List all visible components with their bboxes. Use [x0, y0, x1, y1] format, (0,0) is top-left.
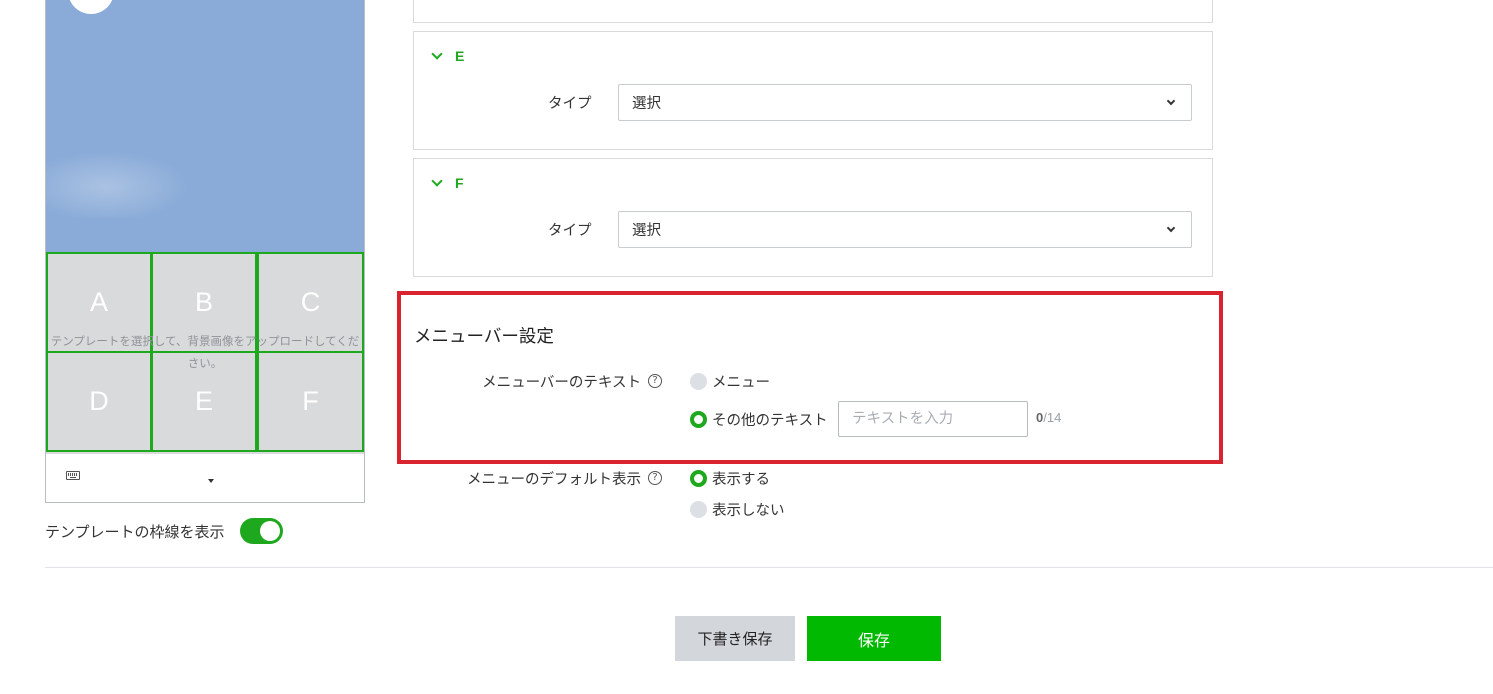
- area-cell-a[interactable]: A: [46, 252, 152, 353]
- show-border-label: テンプレートの枠線を表示: [45, 522, 225, 541]
- char-counter-max: /14: [1043, 410, 1062, 425]
- type-label: タイプ: [548, 223, 592, 239]
- area-card-e: E タイプ 選択: [413, 31, 1213, 150]
- area-cell-f[interactable]: F: [257, 351, 364, 452]
- chevron-down-icon: [431, 47, 443, 60]
- char-counter: 0/14: [1036, 410, 1061, 425]
- save-button[interactable]: 保存: [807, 616, 941, 661]
- background-cloud: [46, 148, 196, 218]
- area-card-e-title: E: [455, 48, 465, 64]
- radio-hide-label: 表示しない: [712, 503, 785, 519]
- show-border-toggle[interactable]: [239, 518, 283, 544]
- type-label: タイプ: [548, 96, 592, 112]
- radio-show-label: 表示する: [712, 472, 770, 488]
- area-cell-b[interactable]: B: [151, 252, 257, 353]
- area-card-e-header[interactable]: E: [431, 47, 465, 64]
- chevron-down-icon: [431, 174, 443, 187]
- menubar-text-input[interactable]: [838, 401, 1028, 437]
- area-cell-e[interactable]: E: [151, 351, 257, 452]
- chat-background: [46, 0, 364, 252]
- help-icon[interactable]: ?: [648, 374, 662, 388]
- menubar-text-label-row: メニューバーのテキスト ?: [430, 371, 662, 391]
- preview-menubar: [46, 454, 364, 502]
- keyboard-icon: [66, 471, 80, 480]
- menubar-settings-title: メニューバー設定: [414, 327, 554, 347]
- radio-other-text[interactable]: その他のテキスト: [690, 409, 828, 430]
- radio-off-icon: [690, 373, 707, 390]
- area-card-d: [413, 0, 1213, 23]
- radio-on-icon: [690, 470, 707, 487]
- menubar-text-label: メニューバーのテキスト: [482, 374, 641, 391]
- radio-hide[interactable]: 表示しない: [690, 499, 785, 520]
- template-grid: A B C D E F テンプレートを選択して、背景画像をアップロードしてくださ…: [46, 252, 364, 454]
- type-select-value: 選択: [632, 96, 661, 112]
- type-select-e[interactable]: 選択: [618, 84, 1192, 121]
- area-card-f: F タイプ 選択: [413, 158, 1213, 277]
- avatar: [68, 0, 114, 14]
- help-icon[interactable]: ?: [648, 471, 662, 485]
- save-draft-button[interactable]: 下書き保存: [675, 616, 795, 661]
- radio-on-icon: [690, 411, 707, 428]
- radio-menu-label: メニュー: [712, 375, 770, 391]
- chevron-down-icon: [1166, 96, 1176, 106]
- richmenu-preview: A B C D E F テンプレートを選択して、背景画像をアップロードしてくださ…: [45, 0, 365, 503]
- radio-off-icon: [690, 501, 707, 518]
- area-cell-c[interactable]: C: [257, 252, 364, 353]
- type-select-value: 選択: [632, 223, 661, 239]
- radio-menu[interactable]: メニュー: [690, 371, 770, 392]
- default-display-label-row: メニューのデフォルト表示 ?: [430, 468, 662, 488]
- type-select-f[interactable]: 選択: [618, 211, 1192, 248]
- area-cell-d[interactable]: D: [46, 351, 152, 452]
- area-card-f-header[interactable]: F: [431, 174, 464, 191]
- radio-other-text-label: その他のテキスト: [712, 413, 828, 429]
- show-border-row: テンプレートの枠線を表示: [45, 518, 283, 544]
- footer-divider: [45, 567, 1493, 568]
- area-card-f-title: F: [455, 175, 464, 191]
- chevron-down-icon: [1166, 223, 1176, 233]
- default-display-label: メニューのデフォルト表示: [467, 471, 641, 488]
- radio-show[interactable]: 表示する: [690, 468, 770, 489]
- caret-down-icon: [208, 479, 214, 483]
